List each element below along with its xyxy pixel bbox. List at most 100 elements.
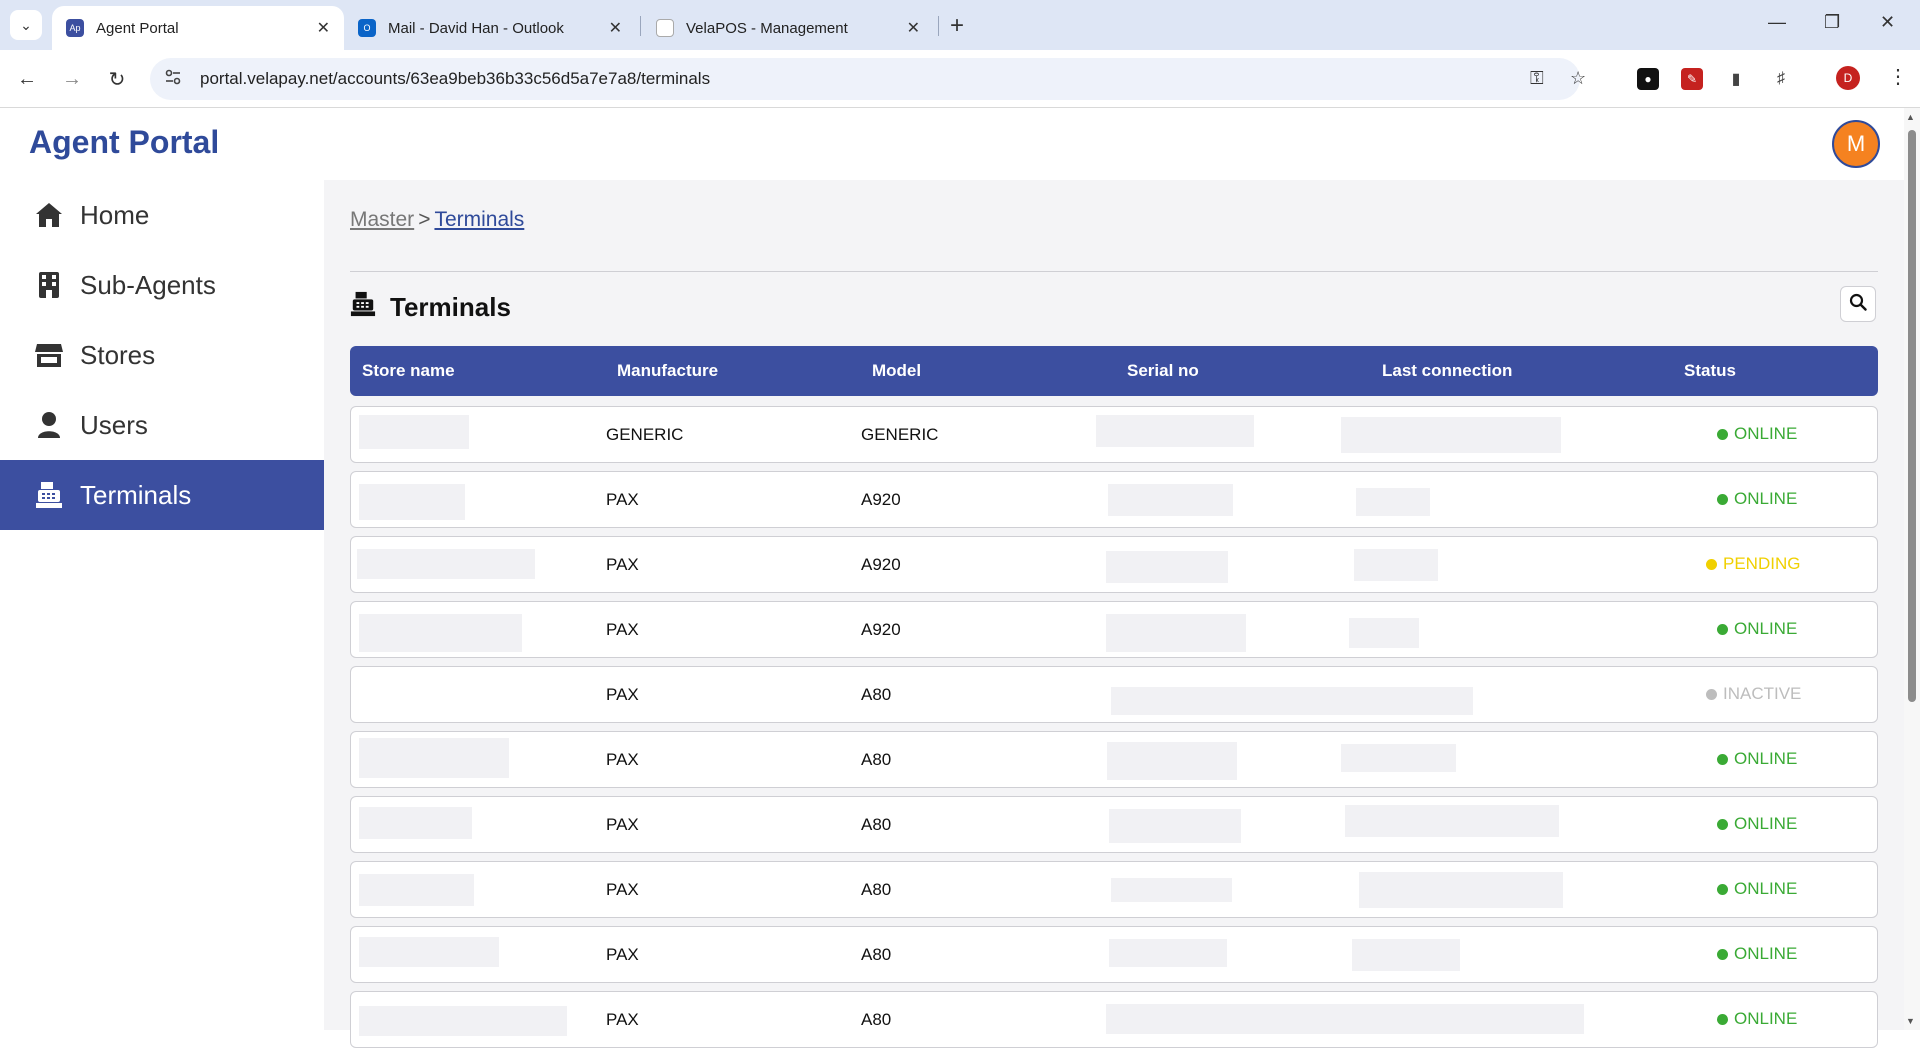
scrollbar-thumb[interactable] <box>1908 130 1916 702</box>
browser-menu-icon[interactable]: ⋮ <box>1888 64 1908 89</box>
redacted-block <box>1341 417 1561 453</box>
breadcrumb: Master > Terminals <box>350 208 524 232</box>
new-tab-plus-icon[interactable]: + <box>950 12 964 40</box>
status-text: ONLINE <box>1734 814 1798 833</box>
status-badge: ONLINE <box>1717 879 1797 899</box>
redacted-block <box>1359 872 1563 908</box>
cell-model: A80 <box>861 945 892 964</box>
brand-title: Agent Portal <box>29 124 220 160</box>
status-text: ONLINE <box>1734 619 1798 638</box>
reload-icon[interactable]: ↻ <box>100 62 134 96</box>
browser-profile-avatar[interactable]: D <box>1836 66 1860 90</box>
column-header-last-connection[interactable]: Last connection <box>1382 361 1512 381</box>
sidebar-item-terminals[interactable]: Terminals <box>0 460 324 530</box>
main-content: Master > Terminals Terminals Store name Ma… <box>324 180 1904 1048</box>
cell-manufacture: PAX <box>606 815 639 834</box>
status-dot-icon <box>1717 818 1728 830</box>
status-dot-icon <box>1717 428 1728 440</box>
table-row[interactable]: PAX A80 ONLINE <box>350 731 1878 788</box>
table-row[interactable]: PAX A920 ONLINE <box>350 471 1878 528</box>
sidebar-item-sub-agents[interactable]: Sub-Agents <box>0 250 324 320</box>
column-header-model[interactable]: Model <box>872 361 921 381</box>
table-row[interactable]: PAX A80 INACTIVE <box>350 666 1878 723</box>
table-row[interactable]: PAX A920 PENDING <box>350 536 1878 593</box>
tab-velapos-management[interactable]: VelaPOS - Management ✕ <box>642 6 934 50</box>
tab-title: Mail - David Han - Outlook <box>388 19 564 37</box>
divider <box>350 271 1878 272</box>
cash-register-icon <box>350 290 376 325</box>
sidebar-item-users[interactable]: Users <box>0 390 324 460</box>
extension-pen-icon[interactable]: ✎ <box>1681 68 1703 90</box>
redacted-block <box>359 738 509 778</box>
tab-separator <box>640 16 641 36</box>
column-header-status[interactable]: Status <box>1684 361 1736 381</box>
close-icon[interactable]: ✕ <box>907 18 920 38</box>
close-icon[interactable]: ✕ <box>317 18 330 38</box>
status-badge: ONLINE <box>1717 424 1797 444</box>
table-row[interactable]: PAX A80 ONLINE <box>350 991 1878 1048</box>
column-header-serial-no[interactable]: Serial no <box>1127 361 1199 381</box>
status-text: ONLINE <box>1734 879 1798 898</box>
status-badge: PENDING <box>1706 554 1800 574</box>
user-icon <box>33 411 65 439</box>
sidebar-item-stores[interactable]: Stores <box>0 320 324 390</box>
bookmark-star-icon[interactable]: ☆ <box>1570 68 1586 89</box>
close-icon[interactable]: ✕ <box>609 18 622 38</box>
building-icon <box>33 271 65 299</box>
status-dot-icon <box>1706 688 1717 700</box>
cell-manufacture: PAX <box>606 945 639 964</box>
app-header: Agent Portal M <box>0 108 1904 180</box>
tab-outlook-mail[interactable]: O Mail - David Han - Outlook ✕ <box>344 6 636 50</box>
search-button[interactable] <box>1840 286 1876 322</box>
password-key-icon[interactable]: ⚿ <box>1530 68 1544 89</box>
cell-manufacture: PAX <box>606 490 639 509</box>
extensions-puzzle-icon[interactable]: ♯ <box>1770 68 1792 90</box>
table-row[interactable]: GENERIC GENERIC ONLINE <box>350 406 1878 463</box>
user-avatar[interactable]: M <box>1832 120 1880 168</box>
breadcrumb-master-link[interactable]: Master <box>350 208 414 231</box>
column-header-store-name[interactable]: Store name <box>362 361 455 381</box>
video-camera-icon[interactable]: ▮ <box>1725 68 1747 90</box>
forward-arrow-icon[interactable]: → <box>55 62 89 96</box>
redacted-block <box>359 1006 567 1036</box>
redacted-block <box>359 937 499 967</box>
minimize-icon[interactable]: — <box>1768 12 1786 33</box>
table-row[interactable]: PAX A80 ONLINE <box>350 861 1878 918</box>
redacted-block <box>1345 805 1559 837</box>
tab-agent-portal[interactable]: Ap Agent Portal ✕ <box>52 6 344 50</box>
tab-search-button[interactable]: ⌄ <box>10 10 42 40</box>
status-text: INACTIVE <box>1723 684 1802 703</box>
scroll-down-arrow-icon[interactable]: ▼ <box>1906 1016 1915 1026</box>
search-icon <box>1849 293 1867 316</box>
sidebar-item-home[interactable]: Home <box>0 180 324 250</box>
redacted-block <box>1341 744 1456 772</box>
redacted-block <box>1111 878 1232 902</box>
sidebar-item-label: Terminals <box>80 479 192 510</box>
cell-manufacture: PAX <box>606 555 639 574</box>
column-header-manufacture[interactable]: Manufacture <box>617 361 718 381</box>
table-row[interactable]: PAX A80 ONLINE <box>350 926 1878 983</box>
status-text: ONLINE <box>1734 1009 1798 1028</box>
status-dot-icon <box>1706 558 1717 570</box>
cell-manufacture: PAX <box>606 1010 639 1029</box>
table-row[interactable]: PAX A80 ONLINE <box>350 796 1878 853</box>
tab-title: VelaPOS - Management <box>686 19 848 37</box>
scroll-up-arrow-icon[interactable]: ▲ <box>1906 112 1915 122</box>
status-badge: ONLINE <box>1717 814 1797 834</box>
page-title: Terminals <box>350 290 511 325</box>
window-close-icon[interactable]: ✕ <box>1880 12 1895 33</box>
restore-icon[interactable]: ❐ <box>1824 12 1840 33</box>
extension-mask-icon[interactable]: ● <box>1637 68 1659 90</box>
site-info-icon[interactable] <box>164 68 186 90</box>
sidebar-item-label: Stores <box>80 339 156 370</box>
browser-tab-bar: ⌄ Ap Agent Portal ✕ O Mail - David Han -… <box>0 0 1920 50</box>
redacted-block <box>1107 742 1237 780</box>
cell-model: A80 <box>861 815 892 834</box>
status-dot-icon <box>1717 623 1728 635</box>
cell-manufacture: PAX <box>606 880 639 899</box>
back-arrow-icon[interactable]: ← <box>10 62 44 96</box>
table-row[interactable]: PAX A920 ONLINE <box>350 601 1878 658</box>
breadcrumb-terminals-link[interactable]: Terminals <box>434 208 524 231</box>
cell-model: A80 <box>861 1010 892 1029</box>
address-bar[interactable]: portal.velapay.net/accounts/63ea9beb36b3… <box>150 58 1586 100</box>
